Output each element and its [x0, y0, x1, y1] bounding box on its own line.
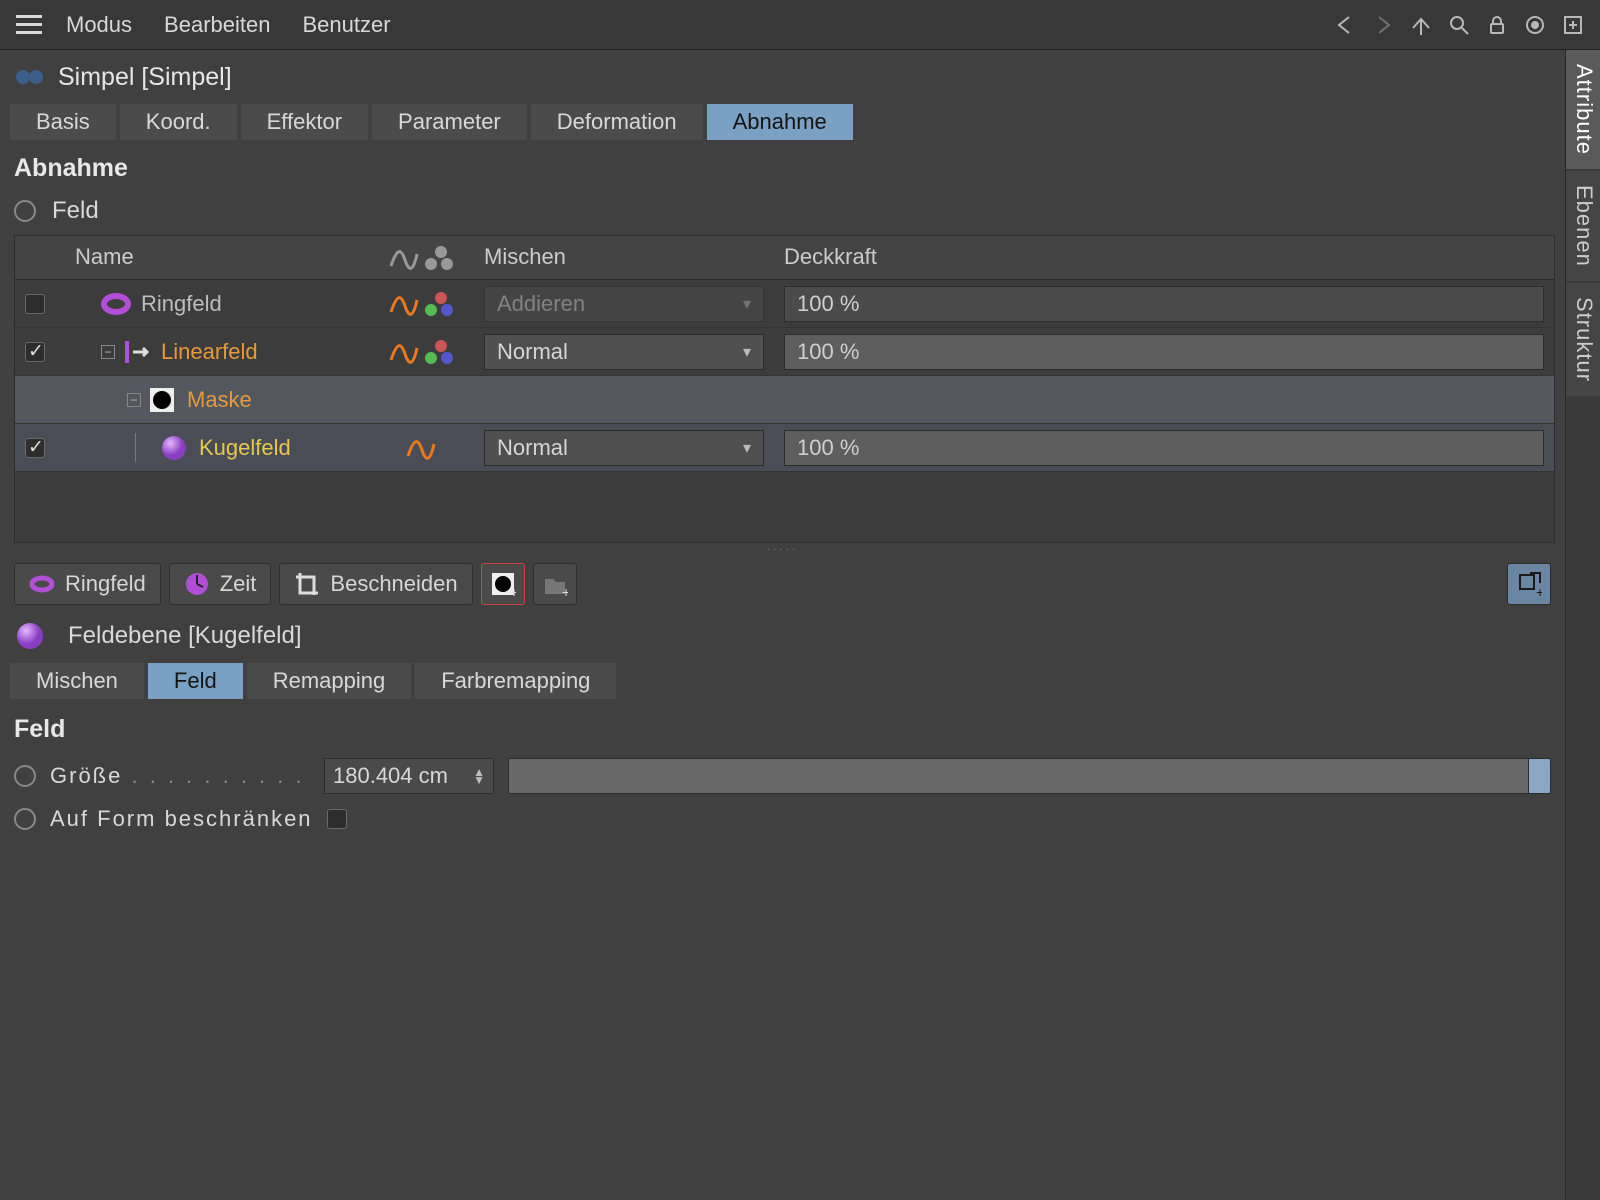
subtab-remapping[interactable]: Remapping — [247, 663, 412, 699]
menu-bearbeiten[interactable]: Bearbeiten — [148, 12, 286, 38]
add-folder-button[interactable]: + — [533, 563, 577, 605]
right-tab-strip: Attribute Ebenen Struktur — [1565, 50, 1600, 1200]
prop-label: Auf Form beschränken — [50, 806, 313, 832]
col-mischen: Mischen — [474, 236, 774, 279]
field-list: Name Mischen Deckkraft Ringfeld — [14, 235, 1555, 543]
subtab-mischen[interactable]: Mischen — [10, 663, 144, 699]
table-row[interactable]: Kugelfeld Normal▾ 100 % — [15, 424, 1554, 472]
table-row[interactable]: Ringfeld Addieren▾ 100 % — [15, 280, 1554, 328]
add-ringfeld-button[interactable]: Ringfeld — [14, 563, 161, 605]
groesse-input[interactable]: 180.404 cm ▲▼ — [324, 758, 494, 794]
blend-mode-select[interactable]: Addieren▾ — [484, 286, 764, 322]
row-label: Ringfeld — [141, 291, 222, 317]
wave-icon[interactable] — [389, 340, 419, 364]
nav-up-icon[interactable] — [1402, 6, 1440, 44]
opacity-slider[interactable]: 100 % — [784, 334, 1544, 370]
nav-forward-icon[interactable] — [1364, 6, 1402, 44]
subtab-feld[interactable]: Feld — [148, 663, 243, 699]
field-list-header: Name Mischen Deckkraft — [15, 236, 1554, 280]
row-enable-checkbox[interactable] — [25, 342, 45, 362]
wave-icon[interactable] — [389, 292, 419, 316]
prop-aufform: Auf Form beschränken — [14, 806, 1551, 832]
table-row[interactable]: − Maske — [15, 376, 1554, 424]
tab-effektor[interactable]: Effektor — [241, 104, 368, 140]
table-row[interactable]: − Linearfeld Normal▾ 100 % — [15, 328, 1554, 376]
col-name: Name — [65, 236, 368, 279]
col-deckkraft: Deckkraft — [774, 236, 1554, 279]
svg-text:+: + — [510, 584, 516, 597]
color-channels-icon[interactable] — [425, 340, 453, 364]
vtab-ebenen[interactable]: Ebenen — [1566, 171, 1600, 281]
tab-basis[interactable]: Basis — [10, 104, 116, 140]
groesse-value: 180.404 cm — [333, 763, 448, 789]
mask-icon — [147, 385, 177, 415]
add-panel-icon[interactable] — [1554, 6, 1592, 44]
section-title-feld: Feld — [0, 709, 1565, 754]
prop-label: Größe — [50, 763, 310, 789]
color-channels-icon — [425, 246, 453, 270]
add-beschneiden-button[interactable]: Beschneiden — [279, 563, 472, 605]
tab-parameter[interactable]: Parameter — [372, 104, 527, 140]
svg-text:+: + — [562, 584, 568, 597]
groesse-slider[interactable] — [508, 758, 1551, 794]
row-enable-checkbox[interactable] — [25, 438, 45, 458]
hamburger-icon[interactable] — [8, 4, 50, 46]
sub-tabs: Mischen Feld Remapping Farbremapping — [0, 659, 1565, 709]
expander-icon[interactable]: − — [101, 345, 115, 359]
blend-mode-select[interactable]: Normal▾ — [484, 334, 764, 370]
sphere-field-icon — [159, 433, 189, 463]
subtab-farbremapping[interactable]: Farbremapping — [415, 663, 616, 699]
menu-benutzer[interactable]: Benutzer — [286, 12, 406, 38]
lock-icon[interactable] — [1478, 6, 1516, 44]
add-layer-row: Ringfeld Zeit Beschneiden + + + — [0, 555, 1565, 613]
row-label: Linearfeld — [161, 339, 258, 365]
panel-splitter[interactable]: ····· — [0, 543, 1565, 555]
linear-field-icon — [121, 337, 151, 367]
tab-koord[interactable]: Koord. — [120, 104, 237, 140]
sub-object-title: Feldebene [Kugelfeld] — [68, 622, 302, 650]
detach-panel-button[interactable]: + — [1507, 563, 1551, 605]
row-enable-checkbox[interactable] — [25, 294, 45, 314]
properties: Größe 180.404 cm ▲▼ Auf Form beschränken — [0, 754, 1565, 836]
col-indicators — [368, 236, 474, 279]
menu-bar: Modus Bearbeiten Benutzer — [0, 0, 1600, 50]
blend-mode-select[interactable]: Normal▾ — [484, 430, 764, 466]
nav-back-icon[interactable] — [1326, 6, 1364, 44]
torus-field-icon — [101, 289, 131, 319]
object-icon — [14, 60, 48, 94]
wave-icon[interactable] — [406, 436, 436, 460]
spinner-icon[interactable]: ▲▼ — [473, 768, 485, 784]
tab-deformation[interactable]: Deformation — [531, 104, 703, 140]
search-icon[interactable] — [1440, 6, 1478, 44]
sphere-field-icon — [14, 621, 44, 651]
aufform-checkbox[interactable] — [327, 809, 347, 829]
object-header: Simpel [Simpel] — [0, 50, 1565, 104]
add-zeit-button[interactable]: Zeit — [169, 563, 272, 605]
svg-text:+: + — [1536, 584, 1542, 597]
keyframe-dot-icon[interactable] — [14, 808, 36, 830]
feld-label: Feld — [52, 197, 99, 225]
vtab-struktur[interactable]: Struktur — [1566, 283, 1600, 396]
opacity-slider[interactable]: 100 % — [784, 286, 1544, 322]
expander-icon[interactable]: − — [127, 393, 141, 407]
tab-abnahme[interactable]: Abnahme — [707, 104, 853, 140]
vtab-attribute[interactable]: Attribute — [1566, 50, 1600, 169]
keyframe-dot-icon[interactable] — [14, 765, 36, 787]
record-icon[interactable] — [1516, 6, 1554, 44]
object-title: Simpel [Simpel] — [58, 63, 232, 92]
row-label: Kugelfeld — [199, 435, 291, 461]
row-label: Maske — [187, 387, 252, 413]
prop-groesse: Größe 180.404 cm ▲▼ — [14, 758, 1551, 794]
feld-header: Feld — [0, 193, 1565, 235]
opacity-slider[interactable]: 100 % — [784, 430, 1544, 466]
object-tabs: Basis Koord. Effektor Parameter Deformat… — [0, 104, 1565, 148]
menu-modus[interactable]: Modus — [50, 12, 148, 38]
keyframe-dot-icon[interactable] — [14, 200, 36, 222]
section-title-abnahme: Abnahme — [0, 148, 1565, 193]
add-mask-button[interactable]: + — [481, 563, 525, 605]
color-channels-icon[interactable] — [425, 292, 453, 316]
sub-object-header: Feldebene [Kugelfeld] — [0, 613, 1565, 659]
